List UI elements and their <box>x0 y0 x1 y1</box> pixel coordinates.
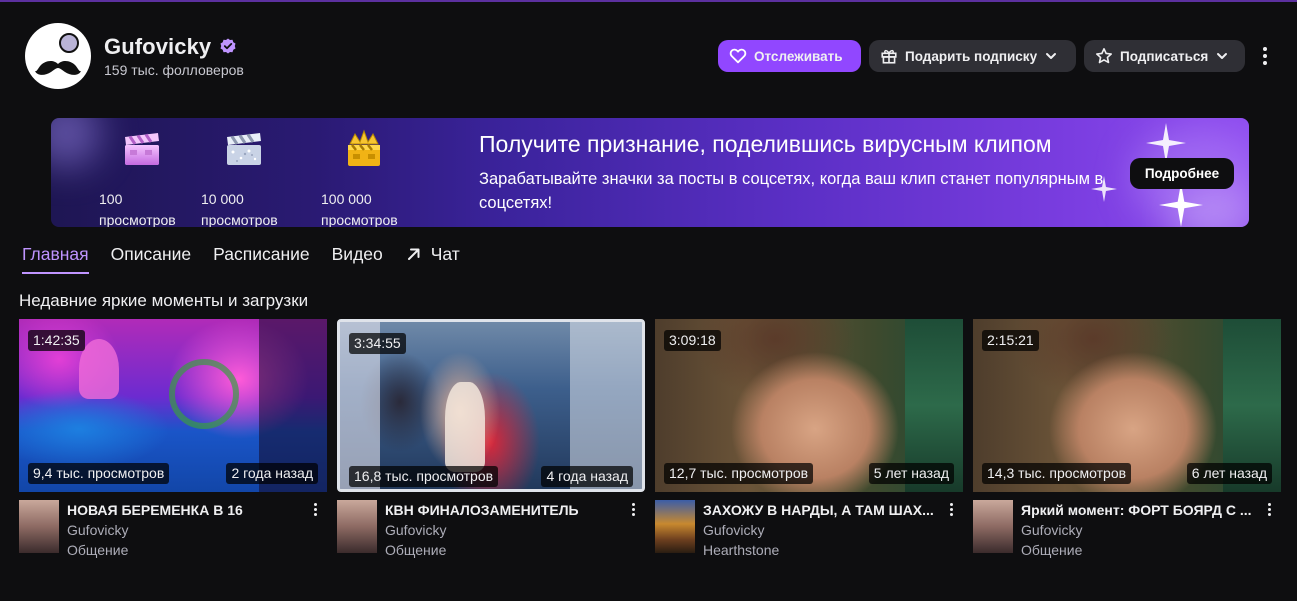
badge-label: просмотров <box>201 212 278 227</box>
channel-tabs: Главная Описание Расписание Видео Чат <box>22 244 482 276</box>
gift-sub-button[interactable]: Подарить подписку <box>869 40 1076 72</box>
verified-icon <box>220 38 236 54</box>
gift-icon <box>881 49 897 64</box>
glitter-clip-badge-icon <box>227 133 261 165</box>
category-art[interactable] <box>655 500 695 553</box>
category-art[interactable] <box>337 500 377 553</box>
video-views: 16,8 тыс. просмотров <box>349 466 499 487</box>
more-options-icon[interactable] <box>627 502 639 520</box>
video-title[interactable]: Яркий момент: ФОРТ БОЯРД С ... <box>1021 502 1261 518</box>
badge-label: просмотров <box>99 212 176 227</box>
star-icon <box>1095 47 1113 64</box>
mustache-graphic <box>35 61 81 75</box>
tab-schedule[interactable]: Расписание <box>213 244 309 274</box>
video-title[interactable]: ЗАХОЖУ В НАРДЫ, А ТАМ ШАХ... <box>703 502 943 518</box>
video-card: 2:15:21 14,3 тыс. просмотров 6 лет назад… <box>973 319 1281 569</box>
tab-videos[interactable]: Видео <box>332 244 383 274</box>
video-duration: 1:42:35 <box>28 330 85 351</box>
more-options-icon[interactable] <box>1258 44 1272 68</box>
badge-label: просмотров <box>321 212 398 227</box>
video-age: 6 лет назад <box>1186 463 1272 484</box>
category-art[interactable] <box>19 500 59 553</box>
banner-title: Получите признание, поделившись вирусным… <box>479 131 1052 157</box>
badge-count: 100 <box>99 191 123 207</box>
subscribe-button[interactable]: Подписаться <box>1084 40 1245 72</box>
video-card: 3:34:55 16,8 тыс. просмотров 4 года наза… <box>337 319 645 569</box>
video-category[interactable]: Общение <box>67 542 128 558</box>
video-channel[interactable]: Gufovicky <box>1021 522 1082 538</box>
channel-name[interactable]: Gufovicky <box>104 34 211 60</box>
chevron-down-icon <box>1217 53 1228 59</box>
section-title: Недавние яркие моменты и загрузки <box>19 291 309 310</box>
video-views: 14,3 тыс. просмотров <box>982 463 1132 484</box>
video-category[interactable]: Общение <box>1021 542 1082 558</box>
crown-clip-badge-icon <box>348 129 380 166</box>
banner-description: Зарабатывайте значки за посты в соцсетях… <box>479 170 1104 212</box>
video-category[interactable]: Общение <box>385 542 446 558</box>
more-options-icon[interactable] <box>309 502 321 520</box>
sparkle-icon <box>1159 183 1203 227</box>
sparkle-icon <box>1146 123 1186 163</box>
video-category[interactable]: Hearthstone <box>703 542 779 558</box>
video-channel[interactable]: Gufovicky <box>703 522 764 538</box>
more-options-icon[interactable] <box>945 502 957 520</box>
chevron-down-icon <box>1046 53 1057 59</box>
learn-more-button[interactable]: Подробнее <box>1130 158 1234 189</box>
video-thumbnail[interactable]: 3:34:55 16,8 тыс. просмотров 4 года наза… <box>337 319 645 492</box>
channel-avatar[interactable] <box>25 23 91 89</box>
tab-chat[interactable]: Чат <box>405 244 460 274</box>
video-thumbnail[interactable]: 3:09:18 12,7 тыс. просмотров 5 лет назад <box>655 319 963 492</box>
video-views: 12,7 тыс. просмотров <box>664 463 814 484</box>
channel-header: Gufovicky 159 тыс. фолловеров Отслеживат… <box>0 0 1297 110</box>
heart-icon <box>729 48 747 64</box>
video-channel[interactable]: Gufovicky <box>385 522 446 538</box>
video-title[interactable]: КВН ФИНАЛОЗАМЕНИТЕЛЬ <box>385 502 625 518</box>
tab-home[interactable]: Главная <box>22 244 89 274</box>
sparkle-icon <box>1091 176 1117 202</box>
video-card: 1:42:35 9,4 тыс. просмотров 2 года назад… <box>19 319 327 569</box>
follower-count: 159 тыс. фолловеров <box>104 62 244 78</box>
video-age: 2 года назад <box>226 463 318 484</box>
tab-about[interactable]: Описание <box>111 244 192 274</box>
video-duration: 3:09:18 <box>664 330 721 351</box>
viral-clip-promo-banner: 100 просмотров 10 000 просмотров 100 000… <box>51 118 1249 227</box>
monocle-graphic <box>59 33 79 53</box>
video-duration: 3:34:55 <box>349 333 406 354</box>
gift-sub-button-label: Подарить подписку <box>905 48 1038 64</box>
video-age: 5 лет назад <box>868 463 954 484</box>
video-thumbnail[interactable]: 2:15:21 14,3 тыс. просмотров 6 лет назад <box>973 319 1281 492</box>
video-thumbnail[interactable]: 1:42:35 9,4 тыс. просмотров 2 года назад <box>19 319 327 492</box>
follow-button-label: Отслеживать <box>754 48 843 64</box>
video-title[interactable]: НОВАЯ БЕРЕМЕНКА В 16 <box>67 502 307 518</box>
external-arrow-icon <box>407 248 420 260</box>
category-art[interactable] <box>973 500 1013 553</box>
badge-count: 10 000 <box>201 191 244 207</box>
video-duration: 2:15:21 <box>982 330 1039 351</box>
video-views: 9,4 тыс. просмотров <box>28 463 170 484</box>
video-card: 3:09:18 12,7 тыс. просмотров 5 лет назад… <box>655 319 963 569</box>
subscribe-button-label: Подписаться <box>1120 48 1209 64</box>
clip-badge-icon <box>125 133 159 165</box>
video-age: 4 года назад <box>541 466 633 487</box>
badge-count: 100 000 <box>321 191 372 207</box>
video-channel[interactable]: Gufovicky <box>67 522 128 538</box>
more-options-icon[interactable] <box>1263 502 1275 520</box>
follow-button[interactable]: Отслеживать <box>718 40 861 72</box>
